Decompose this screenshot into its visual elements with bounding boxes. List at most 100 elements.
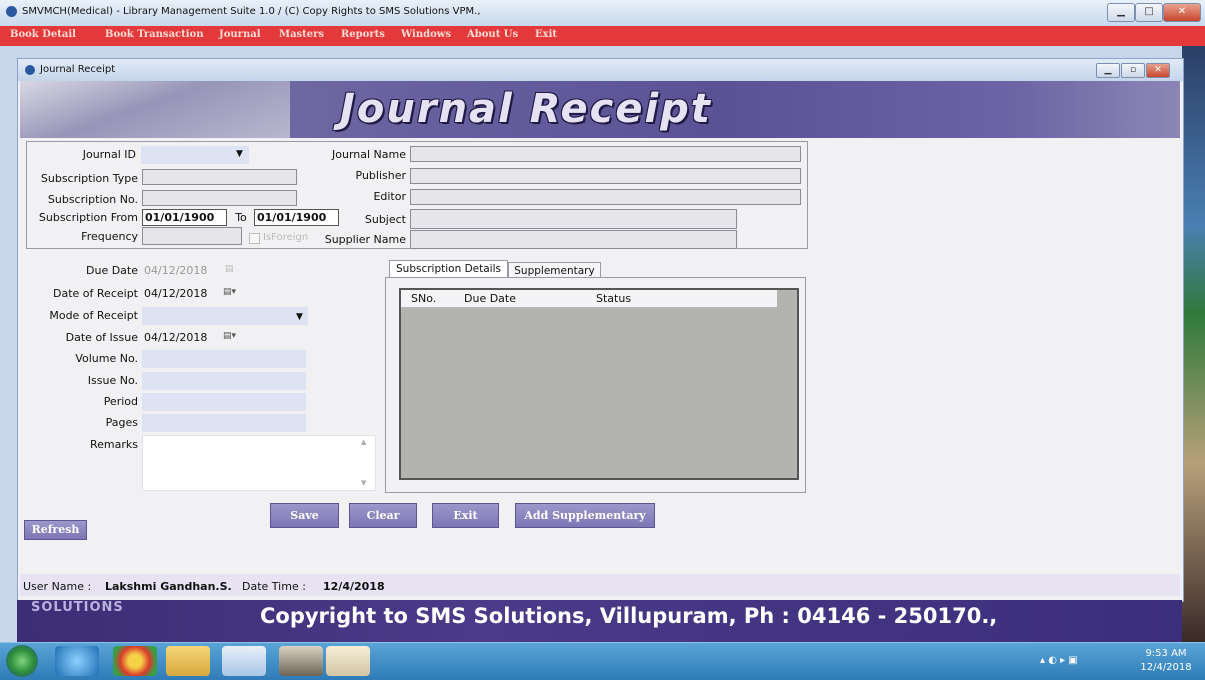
period-label: Period: [103, 395, 138, 408]
menu-book-transaction[interactable]: Book Transaction: [105, 29, 204, 40]
user-name-value: Lakshmi Gandhan.S.: [105, 580, 232, 593]
taskbar: ▴ ◐ ▸ ▣ 9:53 AM 12/4/2018: [0, 642, 1205, 680]
calendar-icon[interactable]: ▤▾: [223, 331, 236, 342]
scroll-down-icon[interactable]: ▼: [361, 479, 366, 487]
due-date-field[interactable]: 04/12/2018: [144, 264, 207, 277]
column-sno[interactable]: SNo.: [411, 292, 436, 305]
menu-about-us[interactable]: About Us: [467, 29, 518, 40]
is-foreign-label: IsForeign: [263, 232, 309, 243]
child-restore-button[interactable]: ▫: [1121, 63, 1145, 78]
issue-no-field[interactable]: [142, 372, 306, 390]
child-window-title: Journal Receipt: [40, 64, 116, 75]
save-button[interactable]: Save: [270, 503, 339, 528]
status-bar: User Name : Lakshmi Gandhan.S. Date Time…: [20, 574, 1180, 596]
clock-time[interactable]: 9:53 AM: [1133, 648, 1199, 659]
volume-no-label: Volume No.: [75, 352, 138, 365]
menu-bar: Book Detail Book Transaction Journal Mas…: [0, 26, 1205, 46]
window-title: SMVMCH(Medical) - Library Management Sui…: [22, 6, 481, 17]
subscription-details-panel: SNo. Due Date Status: [385, 277, 806, 493]
mode-of-receipt-label: Mode of Receipt: [49, 309, 138, 322]
tab-supplementary[interactable]: Supplementary: [508, 262, 601, 278]
calendar-icon[interactable]: ▤: [225, 264, 238, 275]
is-foreign-checkbox[interactable]: [249, 233, 260, 244]
chevron-down-icon[interactable]: ▼: [296, 312, 303, 322]
column-status[interactable]: Status: [596, 292, 631, 305]
menu-exit[interactable]: Exit: [535, 29, 557, 40]
mode-of-receipt-combo[interactable]: [142, 307, 308, 325]
journal-name-field[interactable]: [410, 146, 801, 162]
grid-header: SNo. Due Date Status: [401, 290, 777, 308]
date-of-issue-field[interactable]: 04/12/2018: [144, 331, 207, 344]
date-of-issue-label: Date of Issue: [65, 331, 138, 344]
supplier-name-field[interactable]: [410, 230, 737, 249]
frequency-label: Frequency: [81, 230, 138, 243]
internet-explorer-icon[interactable]: [55, 646, 99, 676]
tray-icons[interactable]: ▴ ◐ ▸ ▣: [1040, 655, 1078, 666]
paint-icon[interactable]: [326, 646, 370, 676]
journal-id-combo[interactable]: [141, 146, 249, 164]
child-window-icon: [25, 65, 35, 75]
editor-field[interactable]: [410, 189, 801, 205]
date-of-receipt-label: Date of Receipt: [53, 287, 138, 300]
calendar-icon[interactable]: ▤▾: [223, 287, 236, 298]
subscription-type-field[interactable]: [142, 169, 297, 185]
period-field[interactable]: [142, 393, 306, 411]
file-explorer-icon[interactable]: [166, 646, 210, 676]
app-taskbar-icon[interactable]: [279, 646, 323, 676]
subject-field[interactable]: [410, 209, 737, 229]
start-button-icon[interactable]: [6, 645, 38, 677]
window-titlebar: SMVMCH(Medical) - Library Management Sui…: [0, 0, 1205, 27]
subscription-from-field[interactable]: 01/01/1900: [142, 209, 227, 226]
child-titlebar: Journal Receipt ▁ ▫ ✕: [18, 59, 1183, 81]
company-logo: SOLUTIONS: [31, 600, 124, 615]
app-taskbar-icon[interactable]: [222, 646, 266, 676]
subscription-no-field[interactable]: [142, 190, 297, 206]
date-time-value: 12/4/2018: [323, 580, 385, 593]
issue-no-label: Issue No.: [87, 374, 138, 387]
subscription-to-field[interactable]: 01/01/1900: [254, 209, 339, 226]
minimize-button[interactable]: ▁: [1107, 3, 1135, 22]
chrome-icon[interactable]: [113, 646, 157, 676]
child-close-button[interactable]: ✕: [1146, 63, 1170, 78]
date-of-receipt-field[interactable]: 04/12/2018: [144, 287, 207, 300]
supplier-name-label: Supplier Name: [324, 233, 406, 246]
app-icon: [6, 6, 17, 17]
exit-button[interactable]: Exit: [432, 503, 499, 528]
menu-journal[interactable]: Journal: [219, 29, 261, 40]
subject-label: Subject: [364, 213, 406, 226]
banner-title: Journal Receipt: [340, 86, 712, 132]
menu-masters[interactable]: Masters: [279, 29, 324, 40]
journal-receipt-window: Journal Receipt ▁ ▫ ✕ Journal Receipt Jo…: [17, 58, 1184, 602]
refresh-button[interactable]: Refresh: [24, 520, 87, 540]
subscription-type-label: Subscription Type: [40, 172, 138, 185]
close-button[interactable]: ✕: [1163, 3, 1201, 22]
clock-date[interactable]: 12/4/2018: [1133, 662, 1199, 673]
editor-label: Editor: [373, 190, 406, 203]
menu-book-detail[interactable]: Book Detail: [10, 29, 76, 40]
pages-field[interactable]: [142, 414, 306, 432]
chevron-down-icon[interactable]: ▼: [236, 149, 243, 159]
menu-windows[interactable]: Windows: [401, 29, 451, 40]
copyright-text: Copyright to SMS Solutions, Villupuram, …: [260, 604, 998, 628]
menu-reports[interactable]: Reports: [341, 29, 385, 40]
child-minimize-button[interactable]: ▁: [1096, 63, 1120, 78]
volume-no-field[interactable]: [142, 350, 306, 368]
column-due-date[interactable]: Due Date: [464, 292, 516, 305]
frequency-field[interactable]: [142, 227, 242, 245]
remarks-label: Remarks: [90, 438, 138, 451]
clear-button[interactable]: Clear: [349, 503, 417, 528]
to-label: To: [235, 211, 247, 224]
publisher-field[interactable]: [410, 168, 801, 184]
date-time-label: Date Time :: [242, 580, 306, 593]
copyright-band: SOLUTIONS Copyright to SMS Solutions, Vi…: [17, 600, 1182, 642]
subscription-grid[interactable]: SNo. Due Date Status: [399, 288, 799, 480]
remarks-textarea[interactable]: [142, 435, 376, 491]
maximize-button[interactable]: □: [1135, 3, 1163, 22]
banner-image: [20, 81, 290, 138]
add-supplementary-button[interactable]: Add Supplementary: [515, 503, 655, 528]
desktop-background: [1182, 46, 1205, 642]
user-name-label: User Name :: [23, 580, 92, 593]
tab-subscription-details[interactable]: Subscription Details: [389, 260, 508, 278]
scroll-up-icon[interactable]: ▲: [361, 438, 366, 446]
journal-id-label: Journal ID: [82, 148, 136, 161]
